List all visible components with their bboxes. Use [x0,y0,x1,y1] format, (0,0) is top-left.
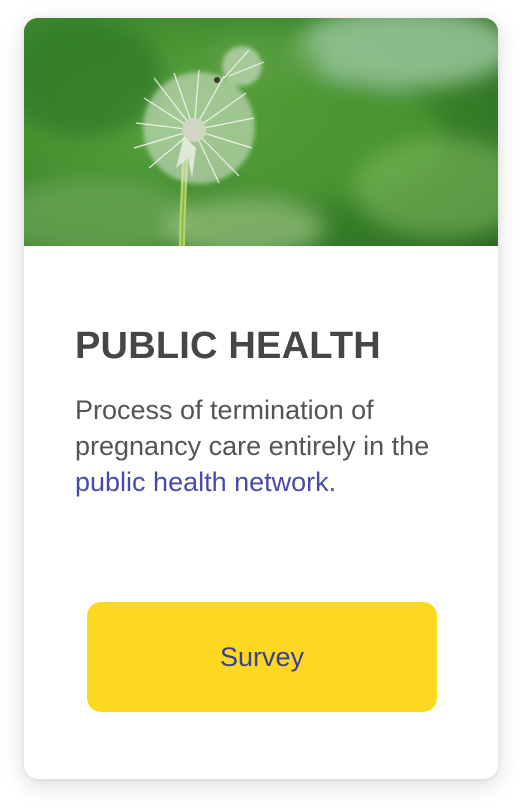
dandelion-image [24,18,498,246]
survey-button[interactable]: Survey [87,602,437,712]
card-title: PUBLIC HEALTH [75,325,381,367]
public-health-card: PUBLIC HEALTH Process of termination of … [24,18,498,779]
card-description: Process of termination of pregnancy care… [75,392,455,500]
dandelion-photo-icon [24,18,498,246]
card-content: PUBLIC HEALTH Process of termination of … [75,324,455,500]
description-text: Process of termination of pregnancy care… [75,395,430,461]
description-period: . [328,467,337,497]
public-health-network-link[interactable]: public health network [75,467,329,497]
